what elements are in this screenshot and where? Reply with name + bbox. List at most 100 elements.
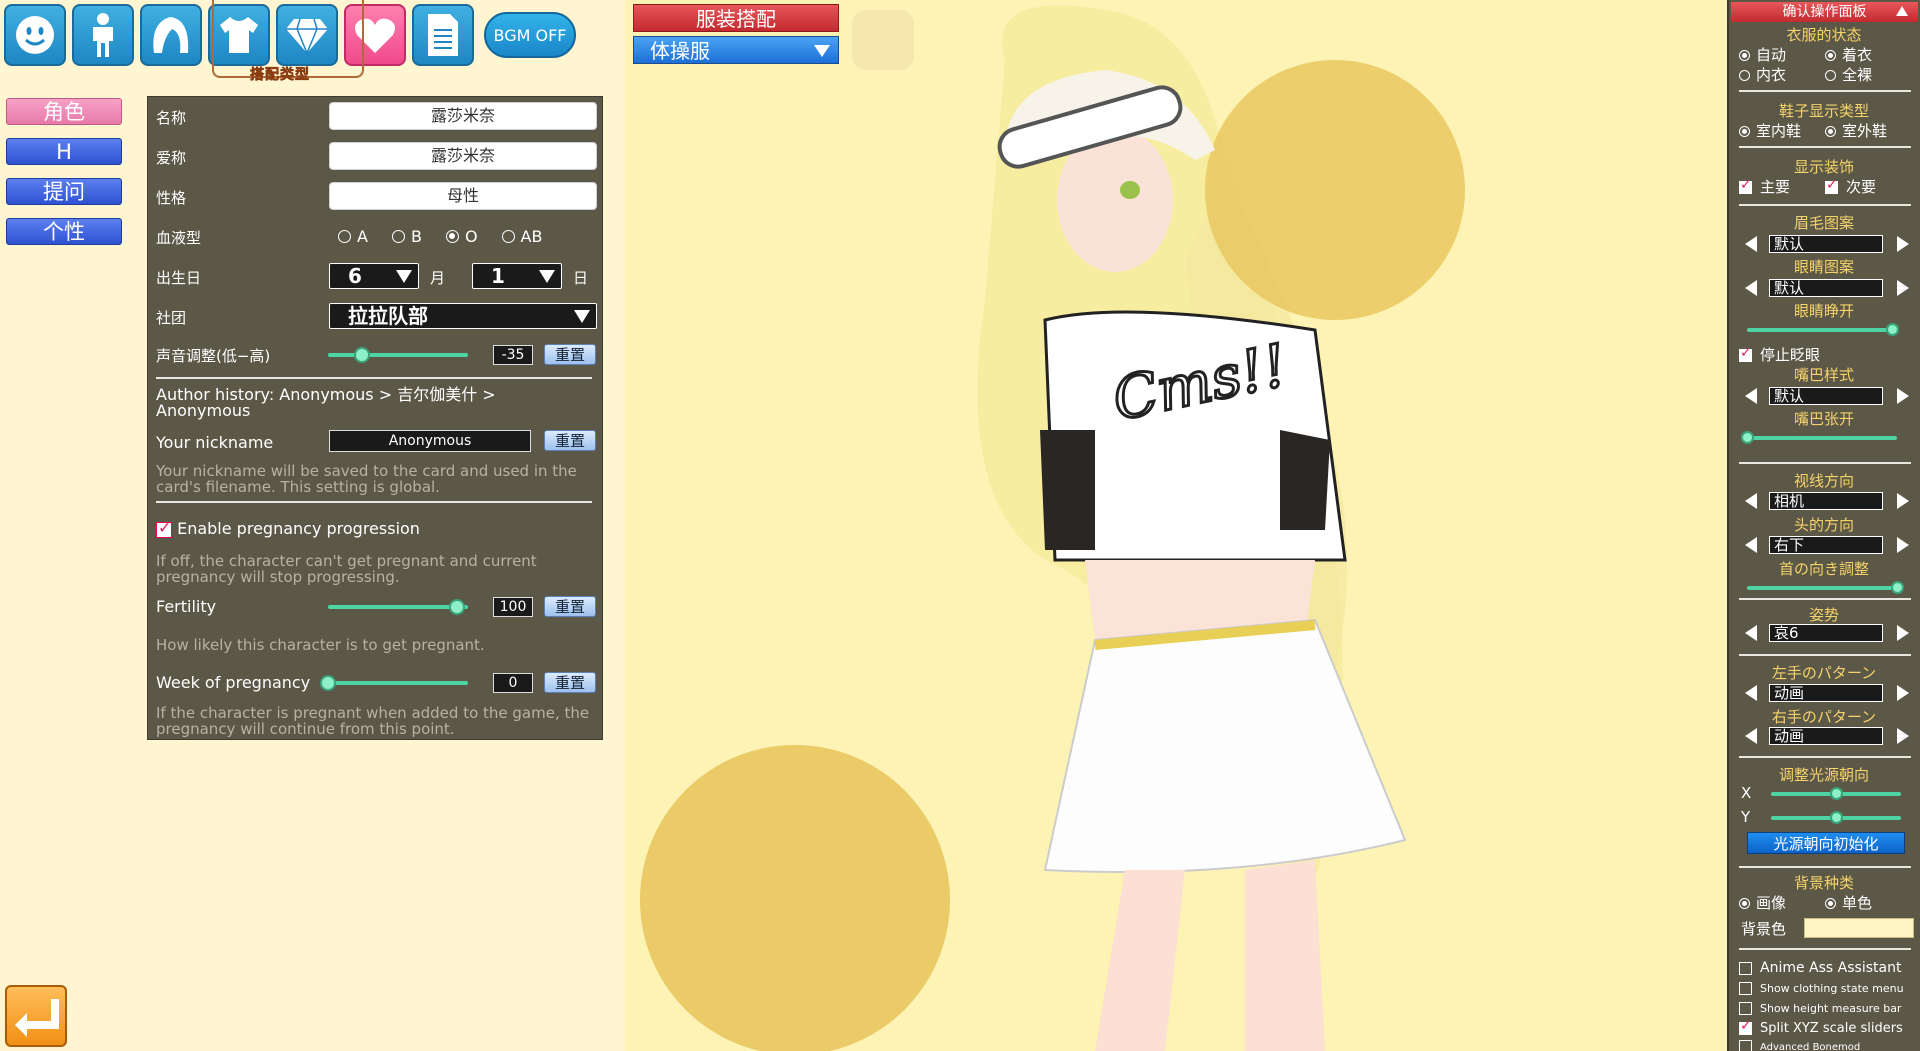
slider-knob[interactable] — [1886, 323, 1899, 336]
eyebrow-prev-icon[interactable] — [1745, 236, 1757, 252]
eye-next-icon[interactable] — [1897, 280, 1909, 296]
bg-title: 背景种类 — [1793, 874, 1854, 892]
bg-image-radio[interactable]: 画像 — [1739, 892, 1786, 913]
accessory-sub-checkbox[interactable]: 次要 — [1825, 176, 1876, 197]
state-auto-radio[interactable]: 自动 — [1739, 44, 1786, 65]
state-dressed-radio[interactable]: 着衣 — [1825, 44, 1872, 65]
week-reset-button[interactable]: 重置 — [544, 672, 596, 693]
bgm-toggle-button[interactable]: BGM OFF — [484, 12, 576, 58]
neck-slider[interactable] — [1747, 581, 1904, 594]
state-nude-radio[interactable]: 全裸 — [1825, 64, 1872, 85]
birth-month-select[interactable]: 6 — [329, 263, 419, 289]
slider-knob[interactable] — [1829, 787, 1843, 800]
stop-blink-checkbox[interactable]: 停止眨眼 — [1739, 344, 1820, 365]
eyebrow-next-icon[interactable] — [1897, 236, 1909, 252]
face-icon[interactable] — [4, 4, 66, 66]
nickname-reset-button[interactable]: 重置 — [544, 430, 596, 451]
bg-color-swatch[interactable] — [1804, 918, 1914, 938]
blood-radio-ab[interactable]: AB — [501, 227, 542, 246]
document-icon[interactable] — [412, 4, 474, 66]
club-select[interactable]: 拉拉队部 — [329, 303, 597, 329]
radio-dot — [501, 230, 515, 243]
category-character-button[interactable]: 角色 — [6, 98, 122, 125]
category-trait-button[interactable]: 个性 — [6, 218, 122, 245]
slider-knob[interactable] — [448, 599, 465, 615]
slider-knob[interactable] — [320, 675, 336, 691]
voice-slider[interactable] — [328, 347, 468, 363]
pregnancy-hint: If off, the character can't get pregnant… — [156, 552, 537, 586]
pose-next-icon[interactable] — [1897, 625, 1909, 641]
collapse-up-icon[interactable] — [1896, 6, 1908, 16]
chevron-down-icon — [574, 310, 590, 323]
plugin-option-row[interactable]: Anime Ass Assistant — [1739, 960, 1901, 976]
category-question-button[interactable]: 提问 — [6, 178, 122, 205]
right-hand-select[interactable]: 动画 — [1769, 727, 1883, 745]
fertility-value[interactable]: 100 — [493, 597, 533, 617]
state-underwear-radio[interactable]: 内衣 — [1739, 64, 1786, 85]
mouth-open-slider[interactable] — [1740, 431, 1897, 444]
nickname-input[interactable]: 露莎米奈 — [329, 142, 597, 170]
voice-value[interactable]: -35 — [493, 345, 533, 365]
eyebrow-select[interactable]: 默认 — [1769, 235, 1883, 253]
head-select[interactable]: 右下 — [1769, 536, 1883, 554]
character-viewport[interactable]: Cms!! — [625, 0, 1725, 1051]
blood-radio-a[interactable]: A — [338, 227, 368, 246]
plugin-option-row[interactable]: Show clothing state menu — [1739, 981, 1904, 996]
head-next-icon[interactable] — [1897, 537, 1909, 553]
your-nickname-input[interactable]: Anonymous — [329, 430, 531, 452]
body-icon[interactable] — [72, 4, 134, 66]
head-prev-icon[interactable] — [1745, 537, 1757, 553]
mouth-prev-icon[interactable] — [1745, 388, 1757, 404]
eye-prev-icon[interactable] — [1745, 280, 1757, 296]
enable-pregnancy-row[interactable]: Enable pregnancy progression — [156, 518, 420, 538]
back-button[interactable] — [5, 985, 67, 1047]
mouth-select[interactable]: 默认 — [1769, 387, 1883, 405]
plugin-option-row[interactable]: Show height measure bar — [1739, 1001, 1901, 1016]
category-h-button[interactable]: H — [6, 138, 122, 165]
fertility-slider[interactable] — [328, 599, 468, 615]
left-hand-select[interactable]: 动画 — [1769, 684, 1883, 702]
blood-radio-o[interactable]: O — [445, 227, 478, 246]
pose-prev-icon[interactable] — [1745, 625, 1757, 641]
gaze-select[interactable]: 相机 — [1769, 492, 1883, 510]
personality-input[interactable]: 母性 — [329, 182, 597, 210]
shoe-outdoor-radio[interactable]: 室外鞋 — [1825, 120, 1887, 141]
light-x-slider[interactable] — [1771, 787, 1901, 800]
coordinate-select[interactable]: 体操服 — [633, 36, 839, 64]
light-reset-button[interactable]: 光源朝向初始化 — [1747, 832, 1905, 854]
slider-knob[interactable] — [1829, 811, 1843, 824]
plugin-option-row[interactable]: Split XYZ scale sliders — [1739, 1018, 1903, 1036]
mouth-next-icon[interactable] — [1897, 388, 1909, 404]
left-hand-next-icon[interactable] — [1897, 685, 1909, 701]
birth-day-select[interactable]: 1 — [472, 263, 562, 289]
week-slider[interactable] — [320, 675, 468, 691]
right-hand-next-icon[interactable] — [1897, 728, 1909, 744]
control-panel-header[interactable]: 确认操作面板 — [1731, 2, 1918, 22]
shoe-indoor-radio[interactable]: 室内鞋 — [1739, 120, 1801, 141]
right-hand-prev-icon[interactable] — [1745, 728, 1757, 744]
radio-dot — [1739, 70, 1750, 81]
gaze-prev-icon[interactable] — [1745, 493, 1757, 509]
week-value[interactable]: 0 — [493, 673, 533, 693]
bg-solid-radio[interactable]: 单色 — [1825, 892, 1872, 913]
name-input[interactable]: 露莎米奈 — [329, 102, 597, 130]
enable-pregnancy-checkbox[interactable] — [156, 518, 172, 538]
plugin-option-row[interactable]: Advanced Bonemod — [1739, 1039, 1860, 1051]
slider-knob[interactable] — [1890, 581, 1904, 594]
accessory-main-checkbox[interactable]: 主要 — [1739, 176, 1790, 197]
fertility-reset-button[interactable]: 重置 — [544, 596, 596, 617]
outfit-type-label: 搭配类型 — [250, 67, 310, 84]
hair-icon[interactable] — [140, 4, 202, 66]
blood-type-group: A B O AB — [338, 227, 566, 246]
voice-reset-button[interactable]: 重置 — [544, 344, 596, 365]
pose-select[interactable]: 哀6 — [1769, 624, 1883, 642]
light-x-label: X — [1741, 784, 1752, 802]
eye-select[interactable]: 默认 — [1769, 279, 1883, 297]
slider-knob[interactable] — [353, 347, 370, 363]
blood-radio-b[interactable]: B — [391, 227, 422, 246]
left-hand-prev-icon[interactable] — [1745, 685, 1757, 701]
light-y-slider[interactable] — [1771, 811, 1901, 824]
gaze-next-icon[interactable] — [1897, 493, 1909, 509]
slider-knob[interactable] — [1740, 431, 1754, 444]
eye-open-slider[interactable] — [1747, 323, 1899, 336]
